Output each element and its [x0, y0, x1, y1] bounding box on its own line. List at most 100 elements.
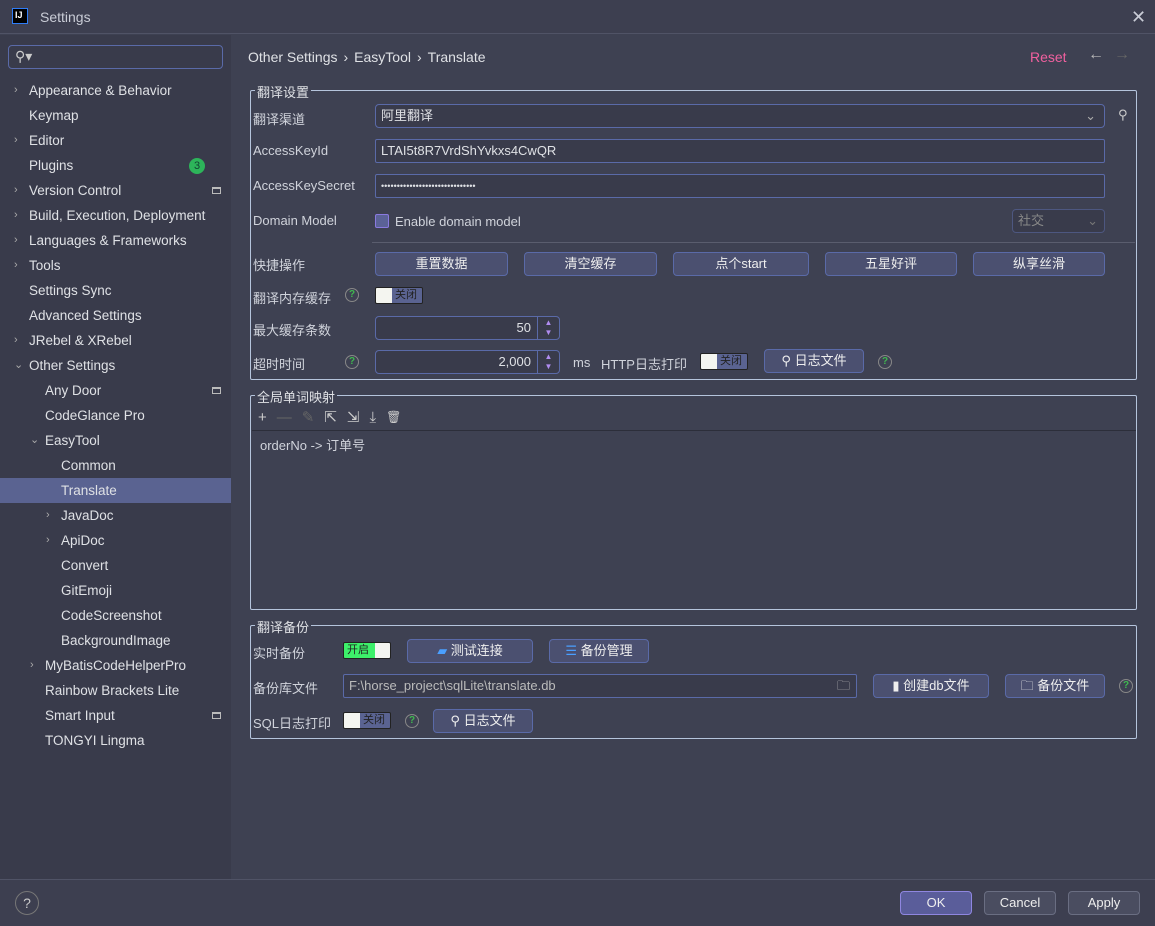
- timeout-unit: ms: [573, 355, 591, 370]
- download-icon[interactable]: ⤓: [370, 409, 377, 426]
- chevron-down-icon: ⌄: [1087, 213, 1098, 228]
- import-icon[interactable]: ⇲: [347, 408, 360, 426]
- sidebar-item[interactable]: ⌄ EasyTool: [0, 428, 231, 453]
- trash-icon[interactable]: 🗑: [386, 410, 401, 424]
- sidebar-item[interactable]: ⌄ Other Settings: [0, 353, 231, 378]
- backup-file-button[interactable]: 🗀 备份文件: [1005, 674, 1105, 698]
- spinner-arrows-icon[interactable]: ▲ ▼: [537, 351, 559, 373]
- add-icon[interactable]: +: [258, 409, 267, 426]
- sidebar-item[interactable]: Any Door: [0, 378, 231, 403]
- chevron-right-icon[interactable]: ›: [14, 78, 18, 103]
- search-input[interactable]: ⚲▾: [8, 45, 223, 69]
- mapping-row[interactable]: orderNo -> 订单号: [260, 435, 365, 454]
- breadcrumb-item[interactable]: EasyTool: [354, 49, 411, 65]
- search-icon: ⚲▾: [15, 48, 33, 64]
- five-star-button[interactable]: 五星好评: [825, 252, 957, 276]
- chevron-right-icon[interactable]: ›: [46, 503, 50, 528]
- chevron-down-icon[interactable]: ⌄: [30, 428, 39, 453]
- star-button[interactable]: 点个start: [673, 252, 809, 276]
- sidebar-item[interactable]: › ApiDoc: [0, 528, 231, 553]
- sidebar-item[interactable]: › MyBatisCodeHelperPro: [0, 653, 231, 678]
- sidebar-item[interactable]: Keymap: [0, 103, 231, 128]
- smooth-button[interactable]: 纵享丝滑: [973, 252, 1105, 276]
- backup-manage-button[interactable]: ☰ 备份管理: [549, 639, 649, 663]
- access-key-secret-label: AccessKeySecret: [253, 178, 355, 193]
- help-icon[interactable]: ?: [1119, 679, 1133, 693]
- export-icon[interactable]: ⇱: [324, 408, 337, 426]
- sql-log-file-button[interactable]: ⚲ 日志文件: [433, 709, 533, 733]
- realtime-backup-toggle[interactable]: 开启: [343, 642, 391, 659]
- sidebar-item[interactable]: BackgroundImage: [0, 628, 231, 653]
- sql-log-toggle[interactable]: 关闭: [343, 712, 391, 729]
- sidebar-item[interactable]: CodeScreenshot: [0, 603, 231, 628]
- chevron-right-icon[interactable]: ›: [30, 653, 34, 678]
- realtime-backup-label: 实时备份: [253, 646, 306, 661]
- sidebar-item[interactable]: CodeGlance Pro: [0, 403, 231, 428]
- access-key-id-input[interactable]: LTAI5t8R7VrdShYvkxs4CwQR: [375, 139, 1105, 163]
- spinner-arrows-icon[interactable]: ▲ ▼: [537, 317, 559, 339]
- close-icon[interactable]: ✕: [1131, 7, 1146, 28]
- chevron-down-icon[interactable]: ⌄: [14, 353, 23, 378]
- search-log-icon[interactable]: ⚲: [1118, 107, 1128, 123]
- sidebar-item[interactable]: GitEmoji: [0, 578, 231, 603]
- test-connection-button[interactable]: ▰ 测试连接: [407, 639, 533, 663]
- chevron-right-icon[interactable]: ›: [14, 128, 18, 153]
- sidebar-item[interactable]: Rainbow Brackets Lite: [0, 678, 231, 703]
- timeout-spinner[interactable]: 2,000 ▲ ▼: [375, 350, 560, 374]
- breadcrumb-item[interactable]: Other Settings: [248, 49, 338, 65]
- memory-cache-toggle[interactable]: 关闭: [375, 287, 423, 304]
- button-label: 日志文件: [463, 713, 516, 728]
- domain-model-checkbox[interactable]: [375, 214, 389, 228]
- sidebar-item[interactable]: Settings Sync: [0, 278, 231, 303]
- sidebar-item[interactable]: Advanced Settings: [0, 303, 231, 328]
- group-title: 全局单词映射: [255, 387, 338, 406]
- help-icon[interactable]: ?: [405, 714, 419, 728]
- chevron-right-icon[interactable]: ›: [46, 528, 50, 553]
- clear-cache-button[interactable]: 清空缓存: [524, 252, 657, 276]
- chevron-right-icon[interactable]: ›: [14, 328, 18, 353]
- sidebar-item[interactable]: Translate: [0, 478, 231, 503]
- sidebar-item[interactable]: Plugins 3: [0, 153, 231, 178]
- button-label: 备份管理: [580, 643, 633, 658]
- back-arrow-icon[interactable]: ←: [1088, 46, 1104, 64]
- chevron-right-icon[interactable]: ›: [14, 203, 18, 228]
- log-file-button[interactable]: ⚲ 日志文件: [764, 349, 864, 373]
- domain-model-checkbox-label[interactable]: Enable domain model: [395, 214, 521, 229]
- ok-button[interactable]: OK: [900, 891, 972, 915]
- sidebar-item[interactable]: Common: [0, 453, 231, 478]
- breadcrumb-separator: ›: [343, 49, 349, 65]
- sidebar-item[interactable]: TONGYI Lingma: [0, 728, 231, 753]
- max-cache-spinner[interactable]: 50 ▲ ▼: [375, 316, 560, 340]
- sidebar-item[interactable]: › Version Control: [0, 178, 231, 203]
- help-icon[interactable]: ?: [878, 355, 892, 369]
- http-log-toggle[interactable]: 关闭: [700, 353, 748, 370]
- folder-icon[interactable]: 🗀: [837, 675, 850, 697]
- forward-arrow-icon: →: [1114, 46, 1130, 63]
- chevron-right-icon[interactable]: ›: [14, 178, 18, 203]
- sidebar-item[interactable]: › Appearance & Behavior: [0, 78, 231, 103]
- sidebar-item[interactable]: › JavaDoc: [0, 503, 231, 528]
- create-db-button[interactable]: ▮ 创建db文件: [873, 674, 989, 698]
- button-label: 测试连接: [450, 643, 503, 658]
- sidebar-item[interactable]: › JRebel & XRebel: [0, 328, 231, 353]
- apply-button[interactable]: Apply: [1068, 891, 1140, 915]
- chevron-down-icon: ⌄: [1085, 108, 1096, 123]
- sidebar-item[interactable]: Convert: [0, 553, 231, 578]
- sidebar-item[interactable]: › Build, Execution, Deployment: [0, 203, 231, 228]
- channel-select[interactable]: 阿里翻译 ⌄: [375, 104, 1105, 128]
- reset-data-button[interactable]: 重置数据: [375, 252, 508, 276]
- help-icon[interactable]: ?: [345, 355, 359, 369]
- cancel-button[interactable]: Cancel: [984, 891, 1056, 915]
- chevron-right-icon[interactable]: ›: [14, 228, 18, 253]
- help-button[interactable]: ?: [15, 891, 39, 915]
- sidebar-item[interactable]: › Languages & Frameworks: [0, 228, 231, 253]
- access-key-secret-input[interactable]: ••••••••••••••••••••••••••••••: [375, 174, 1105, 198]
- sidebar-item-label: BackgroundImage: [61, 633, 171, 648]
- sidebar-item[interactable]: › Tools: [0, 253, 231, 278]
- reset-link[interactable]: Reset: [1030, 49, 1067, 65]
- sidebar-item[interactable]: › Editor: [0, 128, 231, 153]
- chevron-right-icon[interactable]: ›: [14, 253, 18, 278]
- db-path-input[interactable]: F:\horse_project\sqlLite\translate.db 🗀: [343, 674, 857, 698]
- help-icon[interactable]: ?: [345, 288, 359, 302]
- sidebar-item[interactable]: Smart Input: [0, 703, 231, 728]
